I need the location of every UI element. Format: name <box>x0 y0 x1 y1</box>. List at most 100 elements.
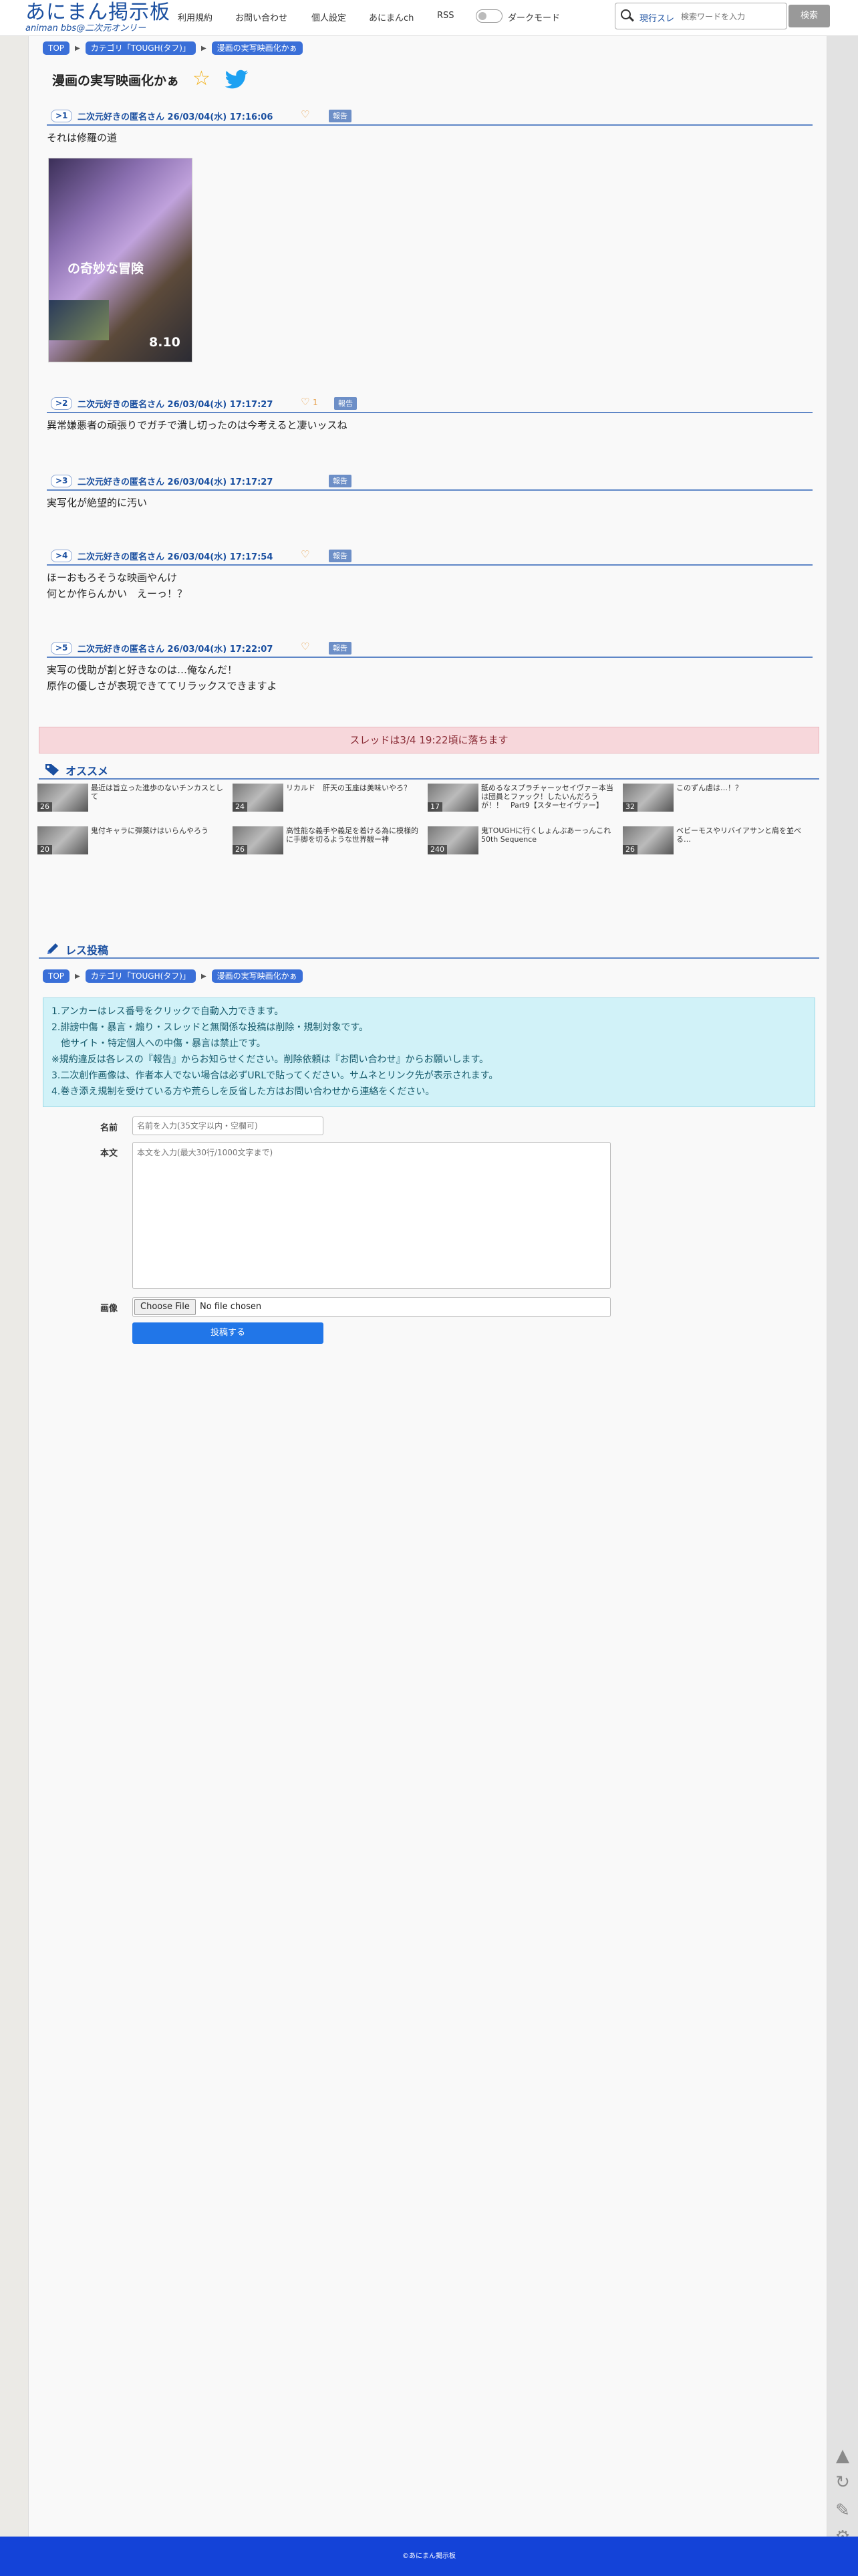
reply-count: 17 <box>428 802 442 812</box>
like-heart-icon[interactable]: ♡ <box>301 396 309 408</box>
rule-line: 他サイト・特定個人への中傷・暴言は禁止です。 <box>51 1038 266 1049</box>
search-input[interactable] <box>681 9 781 24</box>
post-number[interactable]: >3 <box>51 475 73 487</box>
search-button[interactable]: 検索 <box>789 5 830 27</box>
post-body: 実写の伐助が割と好きなのは…俺なんだ！ 原作の優しさが表現できててリラックスでき… <box>47 658 813 694</box>
reply-form-header: レス投稿 <box>39 939 819 959</box>
nav-rss[interactable]: RSS <box>437 11 454 21</box>
rule-line: ※規約違反は各レスの『報告』からお知らせください。削除依頼は『お問い合わせ』から… <box>51 1054 489 1065</box>
recommend-item[interactable]: 26 ベビーモスやリバイアサンと肩を並べる… <box>623 826 814 854</box>
post-line: それは修羅の道 <box>47 132 118 144</box>
post-number[interactable]: >2 <box>51 397 73 410</box>
recommend-item[interactable]: 24 リカルド 肝天の玉座は美味いやろ？ <box>233 784 424 812</box>
post-header: >4 二次元好きの匿名さん 26/03/04(水) 17:17:54 ♡ 報告 <box>47 548 813 566</box>
reload-icon[interactable]: ↻ <box>831 2471 854 2494</box>
recommend-header: オススメ <box>39 759 819 780</box>
twitter-share-icon[interactable] <box>225 70 249 90</box>
pencil-icon <box>47 943 58 954</box>
post-header: >5 二次元好きの匿名さん 26/03/04(水) 17:22:07 ♡ 報告 <box>47 640 813 658</box>
image-date: 8.10 <box>149 335 180 350</box>
rule-line: 4.巻き添え規制を受けている方や荒らしを反省した方はお問い合わせから連絡をくださ… <box>51 1086 435 1097</box>
body-label: 本文 <box>100 1149 118 1159</box>
recommend-item[interactable]: 17 舐めるなスプラチャーッセイヴァー本当は団員とファック！したいんだろうが！！… <box>428 784 619 812</box>
dark-mode-toggle[interactable] <box>476 9 503 23</box>
nav-contact[interactable]: お問い合わせ <box>235 11 287 23</box>
breadcrumb-bottom: TOP ▶ カテゴリ「TOUGH(タフ)」 ▶ 漫画の実写映画化かぁ <box>43 969 303 983</box>
report-button[interactable]: 報告 <box>329 110 351 122</box>
search-icon <box>621 9 634 23</box>
breadcrumb-category[interactable]: カテゴリ「TOUGH(タフ)」 <box>85 969 196 983</box>
post-5: >5 二次元好きの匿名さん 26/03/04(水) 17:22:07 ♡ 報告 … <box>47 640 813 694</box>
like-heart-icon[interactable]: ♡ <box>301 640 309 653</box>
like-heart-icon[interactable]: ♡ <box>301 108 309 120</box>
breadcrumb-top[interactable]: TOP <box>43 41 70 55</box>
toggle-knob <box>478 12 486 20</box>
recommend-item[interactable]: 20 鬼付キャラに弾薬けはいらんやろう <box>37 826 229 854</box>
recommend-title: オススメ <box>65 765 109 778</box>
recommend-thumbnail: 240 <box>428 826 478 854</box>
nav-animanch[interactable]: あにまんch <box>369 11 414 23</box>
body-field[interactable] <box>132 1142 611 1289</box>
post-line: ほーおもろそうな映画やんけ <box>47 572 178 584</box>
breadcrumb-category[interactable]: カテゴリ「TOUGH(タフ)」 <box>85 41 196 55</box>
nav-terms[interactable]: 利用規約 <box>178 11 212 23</box>
report-button[interactable]: 報告 <box>334 397 357 410</box>
breadcrumb-separator-icon: ▶ <box>75 972 80 980</box>
post-number[interactable]: >5 <box>51 642 73 655</box>
name-field[interactable] <box>132 1117 323 1135</box>
breadcrumb-thread[interactable]: 漫画の実写映画化かぁ <box>211 969 303 983</box>
site-logo[interactable]: あにまん掲示板 animan bbs@二次元オンリー <box>25 1 172 33</box>
post-meta: 二次元好きの匿名さん 26/03/04(水) 17:17:27 <box>78 477 273 487</box>
favorite-star-icon[interactable]: ☆ <box>192 68 210 90</box>
breadcrumb-separator-icon: ▶ <box>75 44 80 52</box>
breadcrumb-thread[interactable]: 漫画の実写映画化かぁ <box>211 41 303 55</box>
recommend-thumbnail: 32 <box>623 784 674 812</box>
post-body: 異常嫌悪者の頑張りでガチで潰し切ったのは今考えると凄いッスね <box>47 413 813 433</box>
image-file-input[interactable]: Choose File No file chosen <box>132 1297 611 1317</box>
recommend-title-text: 舐めるなスプラチャーッセイヴァー本当は団員とファック！したいんだろうが！！ Pa… <box>481 784 613 810</box>
choose-file-button[interactable]: Choose File <box>134 1299 196 1315</box>
post-meta: 二次元好きの匿名さん 26/03/04(水) 17:16:06 <box>78 112 273 122</box>
report-button[interactable]: 報告 <box>329 642 351 655</box>
post-2: >2 二次元好きの匿名さん 26/03/04(水) 17:17:27 ♡ 1 報… <box>47 396 813 433</box>
post-image[interactable]: の奇妙な冒険 8.10 <box>48 158 192 362</box>
breadcrumb-separator-icon: ▶ <box>200 972 206 980</box>
recommend-title-text: 高性能な義手や義足を着ける為に模様的に手脚を切るような世界観ー神 <box>286 826 418 844</box>
recommend-thumbnail: 26 <box>623 826 674 854</box>
reply-count: 240 <box>428 845 447 854</box>
recommend-title-text: ベビーモスやリバイアサンと肩を並べる… <box>676 826 801 844</box>
recommend-title-text: 最近は旨立った進歩のないチンカスとして <box>91 784 223 801</box>
recommend-item[interactable]: 26 最近は旨立った進歩のないチンカスとして <box>37 784 229 812</box>
recommend-item[interactable]: 26 高性能な義手や義足を着ける為に模様的に手脚を切るような世界観ー神 <box>233 826 424 854</box>
post-header: >3 二次元好きの匿名さん 26/03/04(水) 17:17:27 報告 <box>47 473 813 491</box>
current-threads-link[interactable]: 現行スレ <box>639 11 674 24</box>
report-button[interactable]: 報告 <box>329 550 351 562</box>
like-heart-icon[interactable]: ♡ <box>301 548 309 560</box>
breadcrumb-top[interactable]: TOP <box>43 969 70 983</box>
recommend-item[interactable]: 32 このずん虐は…！？ <box>623 784 814 812</box>
post-line: 原作の優しさが表現できててリラックスできますよ <box>47 680 277 692</box>
submit-button[interactable]: 投稿する <box>132 1322 323 1344</box>
post-number[interactable]: >1 <box>51 110 73 122</box>
report-button[interactable]: 報告 <box>329 475 351 487</box>
post-body: 実写化が絶望的に汚い <box>47 491 813 511</box>
post-number[interactable]: >4 <box>51 550 73 562</box>
site-header: あにまん掲示板 animan bbs@二次元オンリー 利用規約 お問い合わせ 個… <box>0 0 858 36</box>
breadcrumb-separator-icon: ▶ <box>200 44 206 52</box>
scroll-top-icon[interactable]: ▲ <box>831 2444 854 2467</box>
recommend-title-text: 鬼付キャラに弾薬けはいらんやろう <box>91 826 208 835</box>
edit-icon[interactable]: ✎ <box>831 2499 854 2522</box>
recommend-title-text: リカルド 肝天の玉座は美味いやろ？ <box>286 784 411 792</box>
post-4: >4 二次元好きの匿名さん 26/03/04(水) 17:17:54 ♡ 報告 … <box>47 548 813 602</box>
image-inset <box>49 300 109 340</box>
thread-drop-notice: スレッドは3/4 19:22頃に落ちます <box>39 727 819 753</box>
post-body: それは修羅の道 <box>47 126 813 146</box>
dark-mode-label: ダークモード <box>508 13 561 23</box>
post-meta: 二次元好きの匿名さん 26/03/04(水) 17:22:07 <box>78 645 273 655</box>
logo-subtitle: animan bbs@二次元オンリー <box>25 23 146 33</box>
recommend-item[interactable]: 240 鬼TOUGHに行くしょんぶあーっんこれ 50th Sequence <box>428 826 619 854</box>
recommend-thumbnail: 17 <box>428 784 478 812</box>
nav-settings[interactable]: 個人設定 <box>311 11 346 23</box>
post-meta: 二次元好きの匿名さん 26/03/04(水) 17:17:27 <box>78 400 273 410</box>
thread-title: 漫画の実写映画化かぁ <box>52 74 180 88</box>
